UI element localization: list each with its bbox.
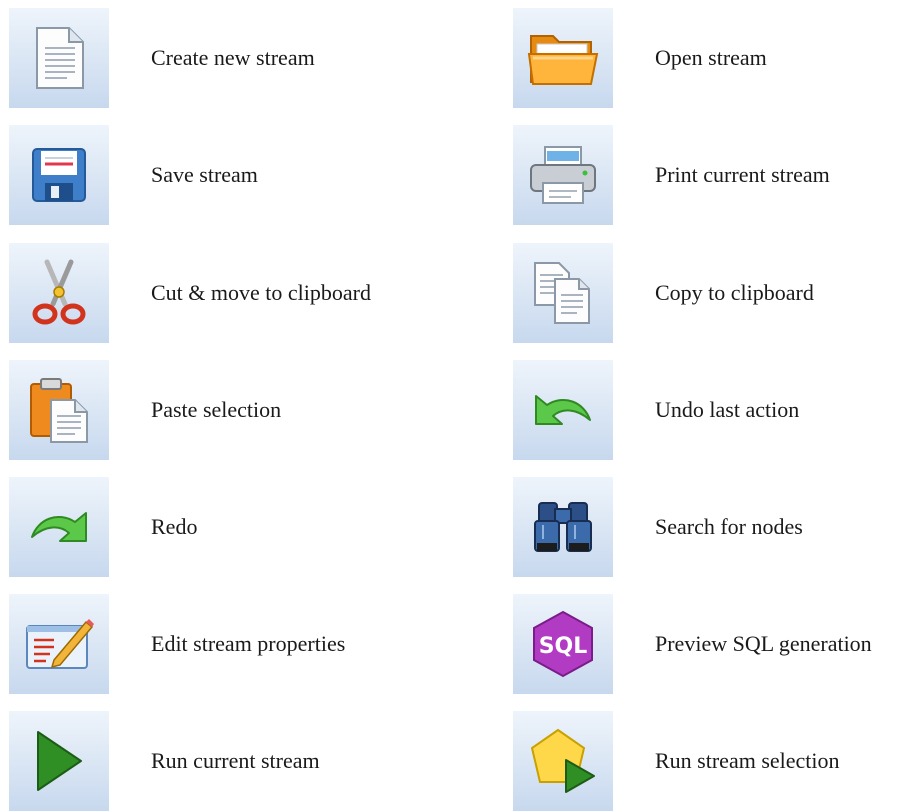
toolbar-row: Save stream Print current stream [0, 125, 918, 225]
run-stream-item: Run current stream [9, 711, 509, 811]
printer-icon [530, 146, 596, 204]
paste-item: Paste selection [9, 360, 509, 460]
open-stream-button[interactable] [513, 8, 613, 108]
search-nodes-item: Search for nodes [513, 477, 918, 577]
save-stream-label: Save stream [151, 162, 258, 187]
toolbar-row: Edit stream properties SQL Preview SQL g… [0, 594, 918, 694]
run-selection-icon [530, 728, 595, 793]
search-nodes-button[interactable] [513, 477, 613, 577]
run-play-icon [37, 731, 82, 791]
copy-item: Copy to clipboard [513, 243, 918, 343]
floppy-disk-icon [32, 148, 86, 202]
undo-label: Undo last action [655, 397, 800, 422]
new-document-icon [36, 27, 84, 89]
save-stream-button[interactable] [9, 125, 109, 225]
print-stream-button[interactable] [513, 125, 613, 225]
copy-button[interactable] [513, 243, 613, 343]
preview-sql-button[interactable]: SQL [513, 594, 613, 694]
sql-icon: SQL [533, 610, 593, 678]
cut-item: Cut & move to clipboard [9, 243, 509, 343]
edit-properties-item: Edit stream properties [9, 594, 509, 694]
run-selection-label: Run stream selection [655, 748, 840, 773]
paste-label: Paste selection [151, 397, 282, 422]
open-stream-label: Open stream [655, 45, 767, 70]
toolbar-row: Create new stream Open stream [0, 8, 918, 108]
redo-button[interactable] [9, 477, 109, 577]
create-new-stream-item: Create new stream [9, 8, 509, 108]
edit-properties-button[interactable] [9, 594, 109, 694]
search-nodes-label: Search for nodes [655, 514, 803, 539]
binoculars-icon [534, 502, 592, 552]
scissors-icon [32, 259, 86, 325]
run-selection-button[interactable] [513, 711, 613, 811]
print-stream-label: Print current stream [655, 162, 830, 187]
copy-label: Copy to clipboard [655, 280, 814, 305]
save-stream-item: Save stream [9, 125, 509, 225]
edit-properties-icon [26, 619, 94, 669]
create-new-stream-label: Create new stream [151, 45, 315, 70]
open-folder-icon [527, 35, 599, 85]
run-stream-label: Run current stream [151, 748, 320, 773]
redo-label: Redo [151, 514, 198, 539]
redo-arrow-icon [31, 512, 87, 542]
toolbar-row: Cut & move to clipboard Copy to clipboar… [0, 243, 918, 343]
run-selection-item: Run stream selection [513, 711, 918, 811]
preview-sql-item: SQL Preview SQL generation [513, 594, 918, 694]
edit-properties-label: Edit stream properties [151, 631, 346, 656]
print-stream-item: Print current stream [513, 125, 918, 225]
sql-icon-text: SQL [539, 634, 588, 659]
cut-button[interactable] [9, 243, 109, 343]
toolbar-row: Run current stream Run stream selection [0, 711, 918, 811]
redo-item: Redo [9, 477, 509, 577]
run-stream-button[interactable] [9, 711, 109, 811]
toolbar-row: Paste selection Undo last action [0, 360, 918, 460]
undo-arrow-icon [535, 395, 591, 425]
cut-label: Cut & move to clipboard [151, 280, 371, 305]
preview-sql-label: Preview SQL generation [655, 631, 872, 656]
clipboard-paste-icon [30, 378, 88, 443]
undo-button[interactable] [513, 360, 613, 460]
open-stream-item: Open stream [513, 8, 918, 108]
copy-documents-icon [534, 262, 590, 324]
create-new-stream-button[interactable] [9, 8, 109, 108]
undo-item: Undo last action [513, 360, 918, 460]
toolbar-row: Redo Search for nodes [0, 477, 918, 577]
paste-button[interactable] [9, 360, 109, 460]
